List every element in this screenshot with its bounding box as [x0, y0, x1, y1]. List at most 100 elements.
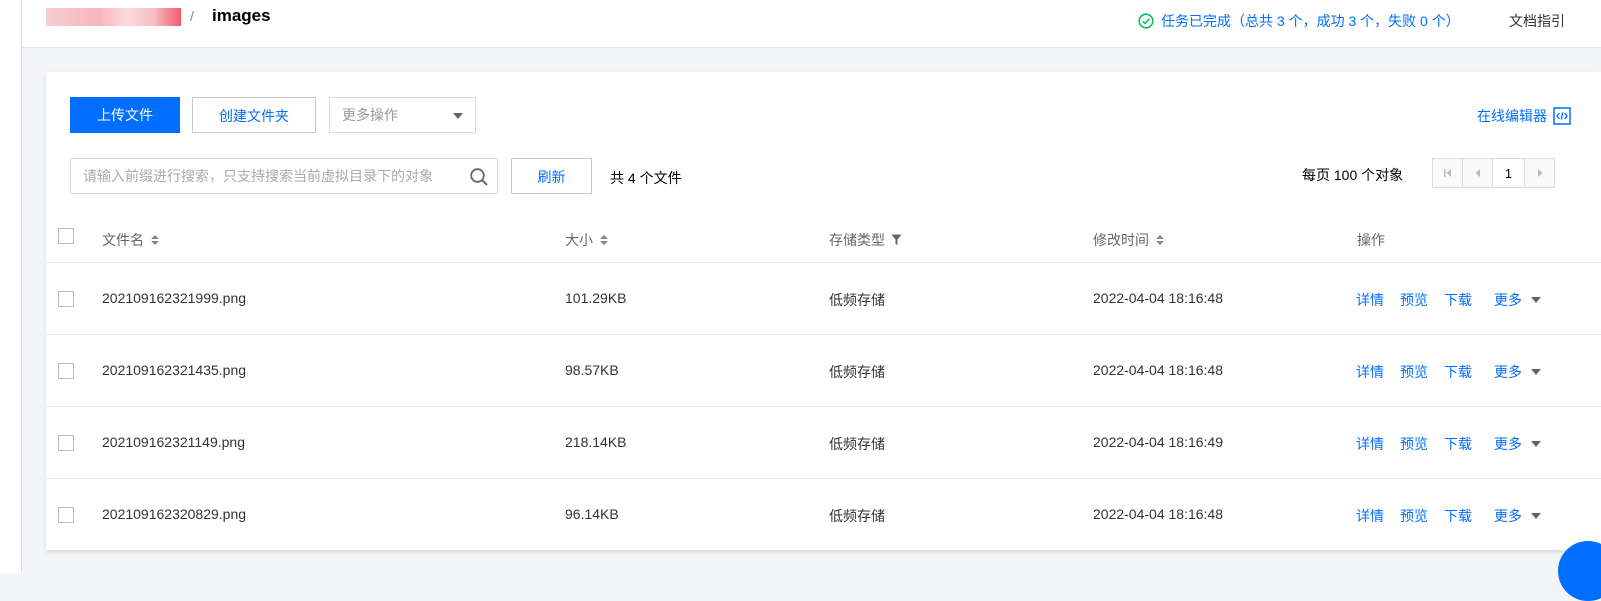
column-header-modified[interactable]: 修改时间 [1093, 230, 1164, 250]
filter-icon[interactable] [891, 234, 902, 246]
file-name[interactable]: 202109162321999.png [102, 290, 246, 306]
task-status[interactable]: 任务已完成（总共 3 个，成功 3 个，失败 0 个） [1138, 11, 1460, 31]
chevron-left-icon [1475, 169, 1480, 177]
table-row: 202109162321149.png 218.14KB 低频存储 2022-0… [46, 407, 1601, 479]
details-link[interactable]: 详情 [1356, 434, 1384, 454]
preview-link[interactable]: 预览 [1400, 434, 1428, 454]
storage-type: 低频存储 [829, 436, 885, 452]
file-count: 共 4 个文件 [610, 170, 682, 186]
modified-time: 2022-04-04 18:16:48 [1093, 506, 1223, 522]
file-name[interactable]: 202109162320829.png [102, 506, 246, 522]
download-link[interactable]: 下载 [1444, 362, 1472, 382]
per-page-selector[interactable]: 每页 100 个对象 [1302, 165, 1403, 185]
preview-link[interactable]: 预览 [1400, 362, 1428, 382]
table-row: 202109162321435.png 98.57KB 低频存储 2022-04… [46, 335, 1601, 407]
more-label: 更多 [1494, 436, 1522, 452]
column-header-storage[interactable]: 存储类型 [829, 230, 902, 250]
more-label: 更多 [1494, 292, 1522, 308]
column-header-storage-label: 存储类型 [829, 232, 885, 248]
table-row: 202109162321999.png 101.29KB 低频存储 2022-0… [46, 263, 1601, 335]
task-status-text: 任务已完成（总共 3 个，成功 3 个，失败 0 个） [1161, 13, 1460, 29]
storage-type: 低频存储 [829, 364, 885, 380]
more-actions-select[interactable]: 更多操作 [329, 97, 476, 133]
chevron-down-icon [1531, 297, 1541, 303]
chevron-down-icon [1531, 369, 1541, 375]
sort-icon [151, 235, 159, 245]
download-link[interactable]: 下载 [1444, 434, 1472, 454]
sort-icon [600, 235, 608, 245]
file-table: 文件名 大小 存储类型 修改时间 操作 202109162321999.png [46, 217, 1601, 550]
row-actions: 详情 预览 下载 更多 [1356, 506, 1541, 526]
file-size: 98.57KB [565, 362, 619, 378]
column-header-name-label: 文件名 [102, 232, 144, 248]
file-name[interactable]: 202109162321435.png [102, 362, 246, 378]
chevron-down-icon [1531, 513, 1541, 519]
row-checkbox[interactable] [58, 363, 74, 379]
download-link[interactable]: 下载 [1444, 506, 1472, 526]
file-size: 96.14KB [565, 506, 619, 522]
details-link[interactable]: 详情 [1356, 506, 1384, 526]
column-header-size[interactable]: 大小 [565, 230, 608, 250]
more-label: 更多 [1494, 364, 1522, 380]
page-header: / images 任务已完成（总共 3 个，成功 3 个，失败 0 个） 文档指… [22, 0, 1601, 48]
current-page[interactable]: 1 [1493, 159, 1525, 187]
more-dropdown[interactable]: 更多 [1494, 362, 1541, 382]
file-size: 101.29KB [565, 290, 627, 306]
sort-icon [1156, 235, 1164, 245]
pagination: 1 [1432, 158, 1555, 188]
first-page-button[interactable] [1433, 159, 1463, 187]
preview-link[interactable]: 预览 [1400, 506, 1428, 526]
storage-type: 低频存储 [829, 292, 885, 308]
search-box [70, 158, 498, 194]
file-list-panel: 上传文件 创建文件夹 更多操作 在线编辑器 刷新 共 4 个文件 每页 100 … [46, 72, 1601, 550]
breadcrumb-separator: / [190, 8, 194, 24]
row-checkbox[interactable] [58, 507, 74, 523]
more-label: 更多 [1494, 508, 1522, 524]
chevron-right-icon [1537, 169, 1542, 177]
row-actions: 详情 预览 下载 更多 [1356, 434, 1541, 454]
details-link[interactable]: 详情 [1356, 290, 1384, 310]
create-folder-button[interactable]: 创建文件夹 [192, 97, 316, 133]
column-header-actions: 操作 [1357, 230, 1385, 250]
download-link[interactable]: 下载 [1444, 290, 1472, 310]
more-actions-label: 更多操作 [342, 107, 398, 123]
row-checkbox[interactable] [58, 291, 74, 307]
next-page-button[interactable] [1525, 159, 1554, 187]
column-header-modified-label: 修改时间 [1093, 232, 1149, 248]
doc-guide-link[interactable]: 文档指引 [1509, 11, 1565, 31]
refresh-button[interactable]: 刷新 [511, 158, 592, 194]
breadcrumb-parent-redacted[interactable] [46, 8, 181, 26]
table-header: 文件名 大小 存储类型 修改时间 操作 [46, 217, 1601, 263]
first-page-icon [1443, 169, 1451, 177]
chevron-down-icon [1531, 441, 1541, 447]
online-editor-label: 在线编辑器 [1477, 108, 1547, 124]
floating-help-button[interactable] [1558, 541, 1601, 601]
storage-type: 低频存储 [829, 508, 885, 524]
code-editor-icon [1553, 107, 1571, 125]
more-dropdown[interactable]: 更多 [1494, 434, 1541, 454]
table-row: 202109162320829.png 96.14KB 低频存储 2022-04… [46, 479, 1601, 550]
column-header-actions-label: 操作 [1357, 232, 1385, 248]
prev-page-button[interactable] [1463, 159, 1493, 187]
breadcrumb-current: images [212, 6, 271, 25]
row-actions: 详情 预览 下载 更多 [1356, 362, 1541, 382]
modified-time: 2022-04-04 18:16:49 [1093, 434, 1223, 450]
select-all-checkbox[interactable] [58, 228, 74, 244]
more-dropdown[interactable]: 更多 [1494, 290, 1541, 310]
search-icon[interactable] [469, 167, 489, 187]
upload-file-button[interactable]: 上传文件 [70, 97, 180, 133]
preview-link[interactable]: 预览 [1400, 290, 1428, 310]
row-checkbox[interactable] [58, 435, 74, 451]
more-dropdown[interactable]: 更多 [1494, 506, 1541, 526]
check-circle-icon [1138, 13, 1154, 29]
modified-time: 2022-04-04 18:16:48 [1093, 290, 1223, 306]
search-input[interactable] [71, 159, 468, 193]
details-link[interactable]: 详情 [1356, 362, 1384, 382]
chevron-down-icon [453, 113, 463, 119]
row-actions: 详情 预览 下载 更多 [1356, 290, 1541, 310]
online-editor-link[interactable]: 在线编辑器 [1477, 106, 1571, 126]
column-header-name[interactable]: 文件名 [102, 230, 159, 250]
left-sidebar-edge [0, 0, 22, 573]
modified-time: 2022-04-04 18:16:48 [1093, 362, 1223, 378]
file-name[interactable]: 202109162321149.png [102, 434, 245, 450]
